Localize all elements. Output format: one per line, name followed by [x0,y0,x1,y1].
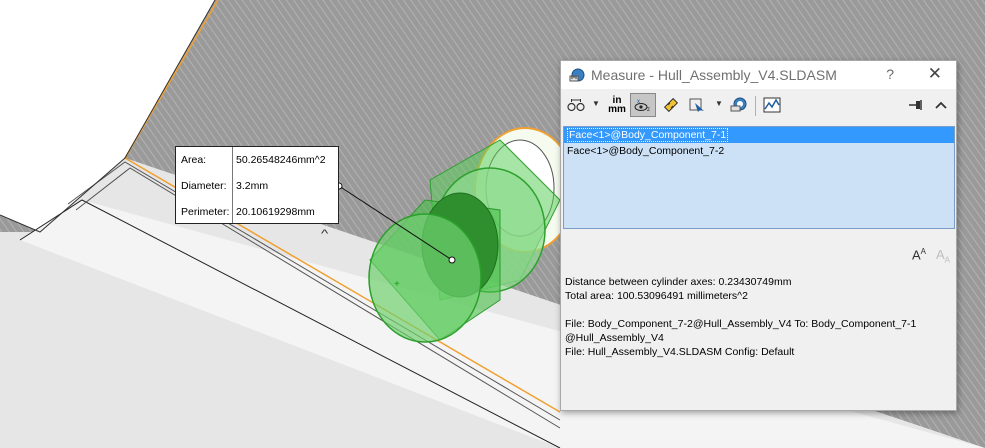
result-line: Distance between cylinder axes: 0.234307… [565,276,792,288]
measure-icon [569,68,585,82]
list-item[interactable]: Face<1>@Body_Component_7-1 [564,127,954,143]
callout-label: Area: [181,154,207,166]
measurement-results: Distance between cylinder axes: 0.234307… [565,275,952,359]
selection-list[interactable]: Face<1>@Body_Component_7-1 Face<1>@Body_… [563,126,955,229]
callout-label: Diameter: [181,180,227,192]
measure-dialog: Measure - Hull_Assembly_V4.SLDASM ? ✕ ▼ … [560,60,957,411]
list-item-label: Face<1>@Body_Component_7-1 [567,128,729,142]
measurement-history-icon [730,97,747,112]
list-item[interactable]: Face<1>@Body_Component_7-2 [564,143,954,159]
collapse-icon [935,101,947,109]
font-increase-icon[interactable]: AA [912,247,926,262]
dialog-title: Measure - Hull_Assembly_V4.SLDASM [591,67,837,83]
show-xyz-button[interactable]: x z [630,93,656,117]
projection-dropdown[interactable]: ▼ [715,99,723,108]
collapse-button[interactable] [930,93,952,117]
result-line: File: Body_Component_7-2@Hull_Assembly_V… [565,318,917,330]
point-to-point-button[interactable] [659,93,683,117]
dialog-titlebar[interactable]: Measure - Hull_Assembly_V4.SLDASM ? ✕ [561,61,956,89]
measure-toolbar: ▼ in mm x z ▼ [561,91,956,119]
show-xyz-icon: x z [634,99,650,113]
help-button[interactable]: ? [886,66,894,82]
font-decrease-icon: AA [935,247,950,265]
cylinder-end-1[interactable] [368,213,482,343]
callout-value: 20.10619298mm [236,206,315,218]
pin-icon [909,100,922,110]
toolbar-separator [755,96,756,116]
callout-row-diameter: Diameter: 3.2mm [176,173,338,199]
svg-text:z: z [647,107,650,113]
projection-button[interactable] [685,93,709,117]
list-item-label: Face<1>@Body_Component_7-2 [567,145,725,157]
result-line: Total area: 100.53096491 millimeters^2 [565,290,748,302]
arc-condition-button[interactable] [565,93,587,117]
close-button[interactable]: ✕ [928,64,942,84]
origin-marker-icon: + [394,279,400,290]
units-precision-button[interactable]: in mm [605,93,629,117]
arc-condition-dropdown[interactable]: ▼ [592,99,600,108]
sensor-icon [763,97,781,113]
measurement-history-button[interactable] [727,93,751,117]
measurement-callout[interactable]: Area: 50.26548246mm^2 Diameter: 3.2mm Pe… [175,146,339,224]
create-sensor-button[interactable] [760,93,784,117]
callout-label: Perimeter: [181,206,230,218]
svg-text:x: x [637,99,640,105]
arc-condition-icon [567,99,585,112]
callout-row-perimeter: Perimeter: 20.10619298mm [176,199,338,225]
result-line: @Hull_Assembly_V4 [565,332,664,344]
callout-target-point [448,256,456,264]
callout-value: 3.2mm [236,180,269,192]
pin-button[interactable] [904,93,928,117]
result-line [565,303,952,317]
callout-row-area: Area: 50.26548246mm^2 [176,147,338,173]
result-line: File: Hull_Assembly_V4.SLDASM Config: De… [565,346,795,358]
projection-icon [689,98,704,112]
point-to-point-icon [663,97,679,113]
units-icon: in mm [608,96,626,115]
callout-collapse-caret[interactable]: ^ [321,228,328,240]
units-bottom-label: mm [608,104,626,115]
callout-value: 50.26548246mm^2 [236,154,326,166]
